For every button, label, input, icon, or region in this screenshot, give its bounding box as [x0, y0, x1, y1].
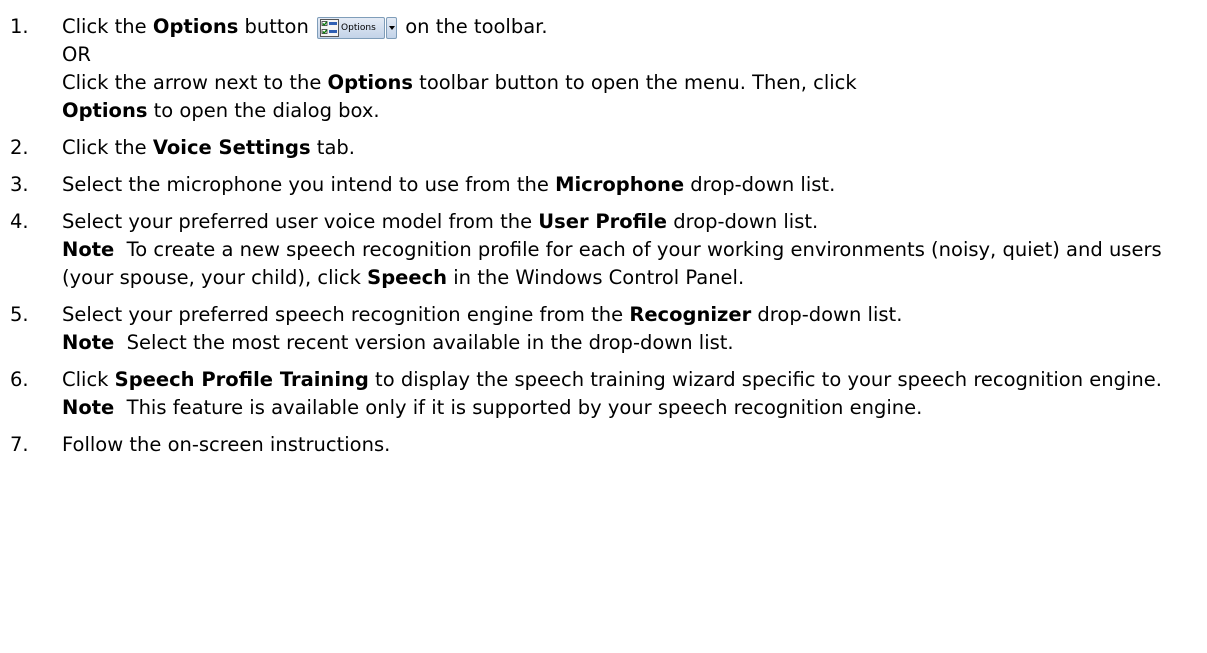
note-label: Note	[62, 331, 115, 354]
step-1-line-4: Options to open the dialog box.	[62, 99, 380, 122]
options-button-label: Options	[341, 23, 376, 33]
step-1: 1. Click the Options button Options on t…	[0, 13, 1207, 125]
step-1-line-2: OR	[62, 43, 91, 66]
step-6: 6. Click Speech Profile Training to disp…	[0, 366, 1207, 422]
options-toolbar-button: Options	[317, 17, 398, 41]
step-1-line-3: Click the arrow next to the Options tool…	[62, 71, 857, 94]
step-5: 5. Select your preferred speech recognit…	[0, 301, 1207, 357]
step-7: 7. Follow the on-screen instructions.	[0, 431, 1207, 459]
step-number: 6.	[10, 368, 29, 391]
instruction-steps: 1. Click the Options button Options on t…	[0, 0, 1207, 459]
step-number: 3.	[10, 173, 29, 196]
step-1-line-1: Click the Options button Options on the …	[62, 13, 1193, 41]
step-number: 1.	[10, 15, 29, 38]
step-5-note: Note Select the most recent version avai…	[62, 331, 734, 354]
step-6-note: Note This feature is available only if i…	[62, 396, 923, 419]
step-4-note: Note To create a new speech recognition …	[62, 238, 1168, 289]
note-label: Note	[62, 238, 115, 261]
step-number: 4.	[10, 210, 29, 233]
dropdown-arrow-icon	[386, 17, 398, 39]
step-2: 2. Click the Voice Settings tab.	[0, 134, 1207, 162]
note-label: Note	[62, 396, 115, 419]
step-number: 2.	[10, 136, 29, 159]
step-number: 5.	[10, 303, 29, 326]
options-button-main: Options	[317, 17, 386, 39]
step-number: 7.	[10, 433, 29, 456]
step-3: 3. Select the microphone you intend to u…	[0, 171, 1207, 199]
checklist-options-icon	[320, 19, 340, 37]
step-4: 4. Select your preferred user voice mode…	[0, 208, 1207, 292]
